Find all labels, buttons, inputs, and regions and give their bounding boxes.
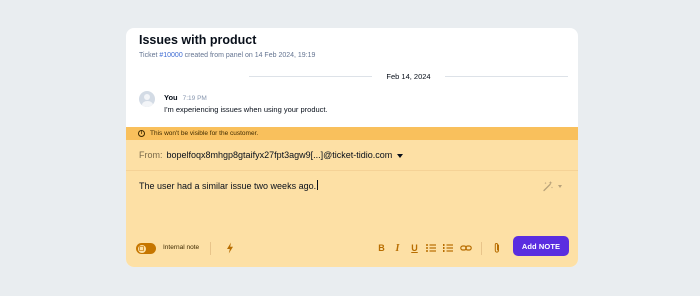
info-icon: i [138,130,145,137]
note-text-content[interactable]: The user had a similar issue two weeks a… [139,181,316,191]
toolbar-divider [481,242,482,255]
italic-button[interactable]: I [392,242,403,254]
note-composer: From: bopelfoqx8mhgp8gtaifyx27fpt3agw9[.… [126,140,578,267]
from-label: From: [139,150,163,160]
subtitle-prefix: Ticket [139,52,160,59]
ticket-title: Issues with product [139,33,257,47]
bold-button[interactable]: B [376,242,387,254]
from-address[interactable]: bopelfoqx8mhgp8gtaifyx27fpt3agw9[...]@ti… [167,150,393,160]
bullet-list-icon[interactable] [425,242,437,254]
ticket-subtitle: Ticket #10000 created from panel on 14 F… [139,51,565,60]
date-separator: Feb 14, 2024 [249,71,569,81]
chevron-down-icon[interactable] [397,153,404,158]
composer-toolbar: Internal note B I U Add NOTE [126,236,578,260]
internal-note-label: Internal note [163,244,200,251]
paperclip-icon[interactable] [492,242,502,254]
link-icon[interactable] [460,242,472,254]
internal-note-banner: i This won't be visible for the customer… [126,127,578,140]
internal-note-toggle[interactable] [136,243,156,254]
subtitle-suffix: created from panel on 14 Feb 2024, 19:19 [182,52,316,59]
from-selector[interactable]: From: bopelfoqx8mhgp8gtaifyx27fpt3agw9[.… [126,140,578,171]
message-text: I'm experiencing issues when using your … [164,105,328,114]
date-separator-line-right [444,75,569,77]
toolbar-divider [210,242,211,255]
message-item: You 7:19 PM I'm experiencing issues when … [139,91,565,121]
date-separator-line-left [249,75,373,77]
note-icon [139,246,144,251]
underline-button[interactable]: U [409,242,420,254]
internal-note-banner-text: This won't be visible for the customer. [150,130,259,137]
avatar [139,91,155,107]
wand-chevron-down-icon[interactable] [558,185,562,188]
ticket-id-link[interactable]: #10000 [159,52,182,59]
message-meta: You 7:19 PM [164,93,207,103]
add-note-button[interactable]: Add NOTE [513,236,569,256]
text-cursor [316,180,318,190]
message-time: 7:19 PM [182,95,207,102]
numbered-list-icon[interactable] [442,242,454,254]
ticket-card: Issues with product Ticket #10000 create… [126,28,578,267]
lightning-icon[interactable] [225,242,235,254]
note-textarea[interactable]: The user had a similar issue two weeks a… [139,180,318,191]
toggle-knob [137,244,146,253]
message-author: You [164,93,178,102]
magic-wand-icon[interactable] [542,180,554,192]
date-separator-label: Feb 14, 2024 [386,71,431,81]
ticket-header: Issues with product Ticket #10000 create… [139,31,565,60]
